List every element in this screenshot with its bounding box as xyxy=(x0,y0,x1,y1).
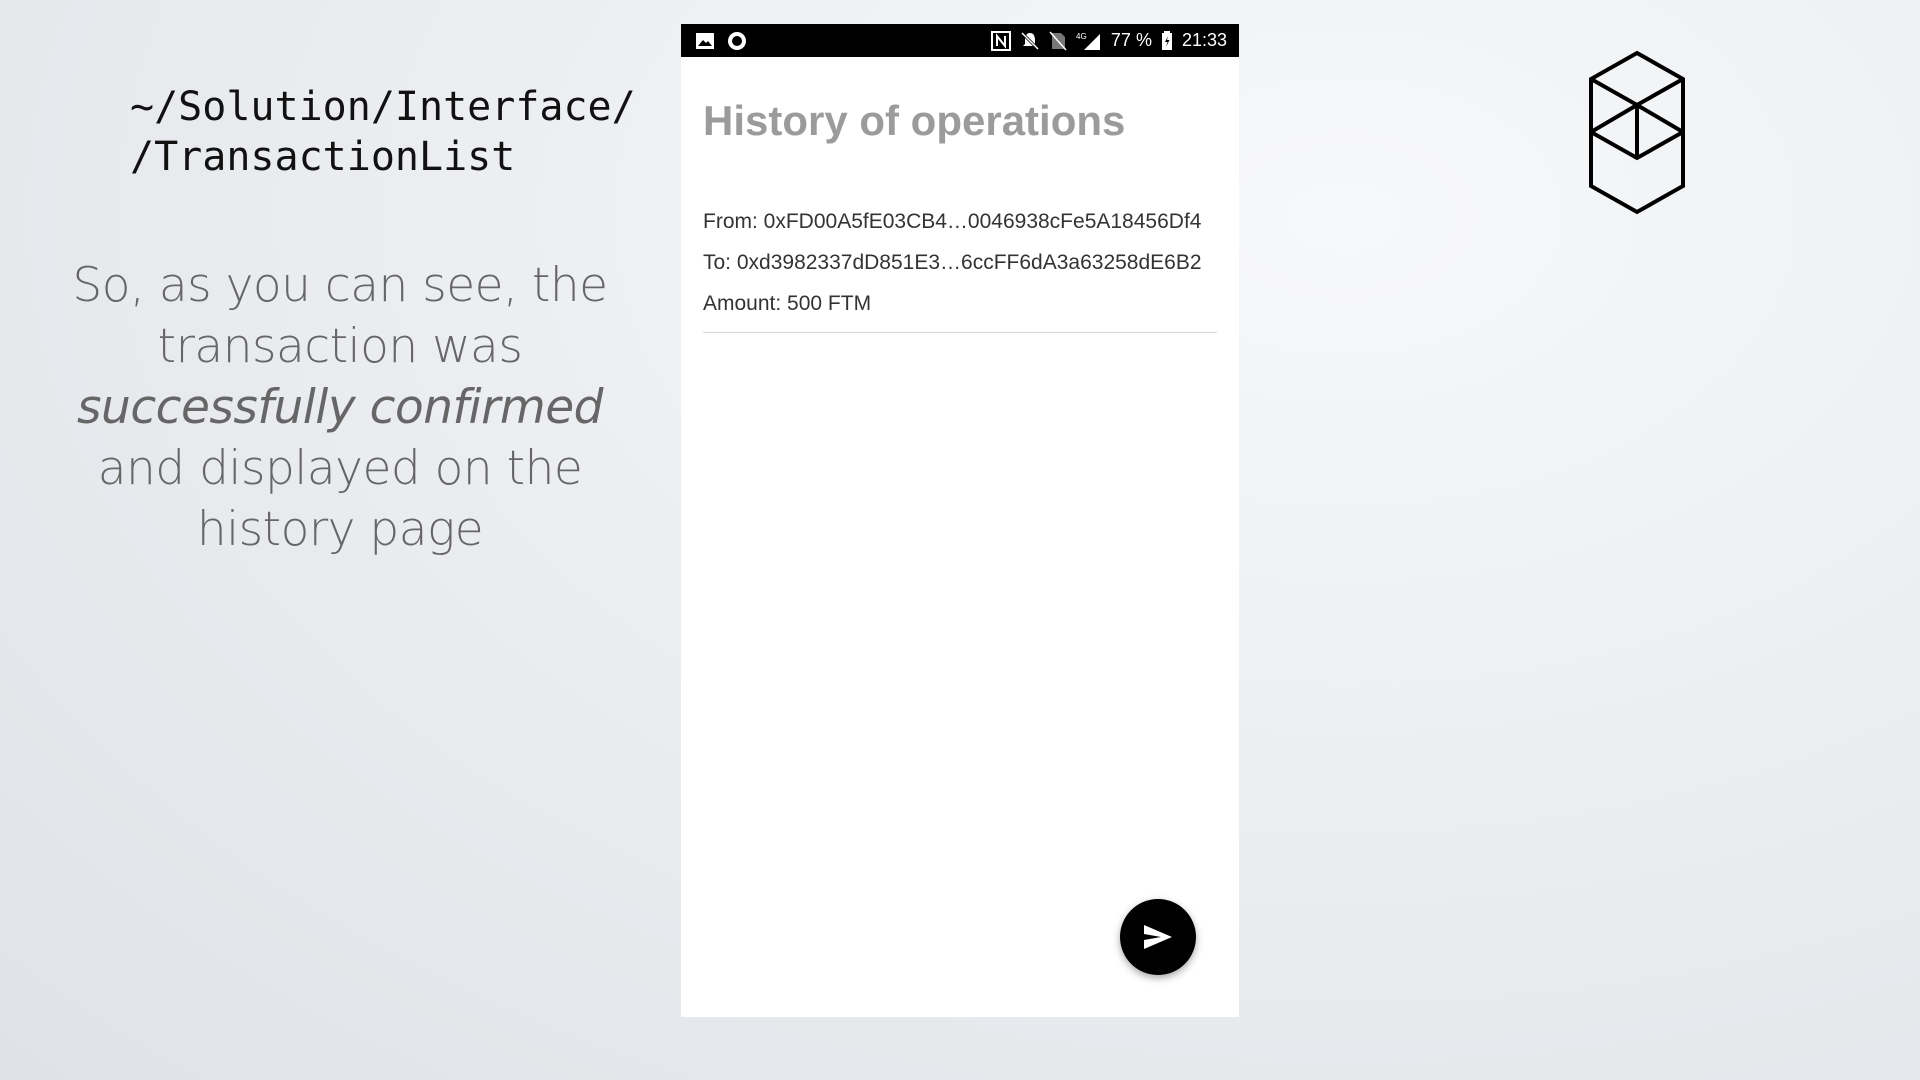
battery-icon xyxy=(1161,30,1172,50)
battery-percent: 77 % xyxy=(1110,30,1152,50)
path-line-1: ~/Solution/Interface/ xyxy=(130,84,636,130)
transaction-amount: Amount: 500 FTM xyxy=(703,292,872,315)
fantom-logo-icon xyxy=(1589,50,1685,215)
caption-text-2: and displayed on the history page xyxy=(97,441,583,557)
send-button[interactable] xyxy=(1120,899,1196,975)
signal-4g-icon: 4G xyxy=(1076,32,1100,50)
svg-text:4G: 4G xyxy=(1076,32,1087,41)
mute-icon xyxy=(1020,31,1039,50)
transaction-from: From: 0xFD00A5fE03CB4…0046938cFe5A18456D… xyxy=(703,210,1202,233)
caption-text-1: So, as you can see, the transaction was xyxy=(72,258,608,374)
phone-screen: 4G 77 % 21:33 History of operations From… xyxy=(681,24,1239,1017)
image-icon xyxy=(696,32,714,49)
slide-caption: So, as you can see, the transaction was … xyxy=(40,255,640,560)
status-bar: 4G 77 % 21:33 xyxy=(681,24,1239,57)
send-icon xyxy=(1144,925,1172,949)
clock: 21:33 xyxy=(1181,30,1227,50)
path-line-2: /TransactionList xyxy=(130,134,516,180)
no-sim-icon xyxy=(1049,31,1067,50)
transaction-item[interactable]: From: 0xFD00A5fE03CB4…0046938cFe5A18456D… xyxy=(703,201,1217,333)
transaction-to: To: 0xd3982337dD851E3…6ccFF6dA3a63258dE6… xyxy=(703,251,1202,274)
nfc-icon xyxy=(990,30,1011,51)
source-path: ~/Solution/Interface/ /TransactionList xyxy=(130,82,636,182)
page-title: History of operations xyxy=(703,97,1126,144)
record-icon xyxy=(728,31,746,50)
caption-emphasis: successfully confirmed xyxy=(77,380,603,435)
